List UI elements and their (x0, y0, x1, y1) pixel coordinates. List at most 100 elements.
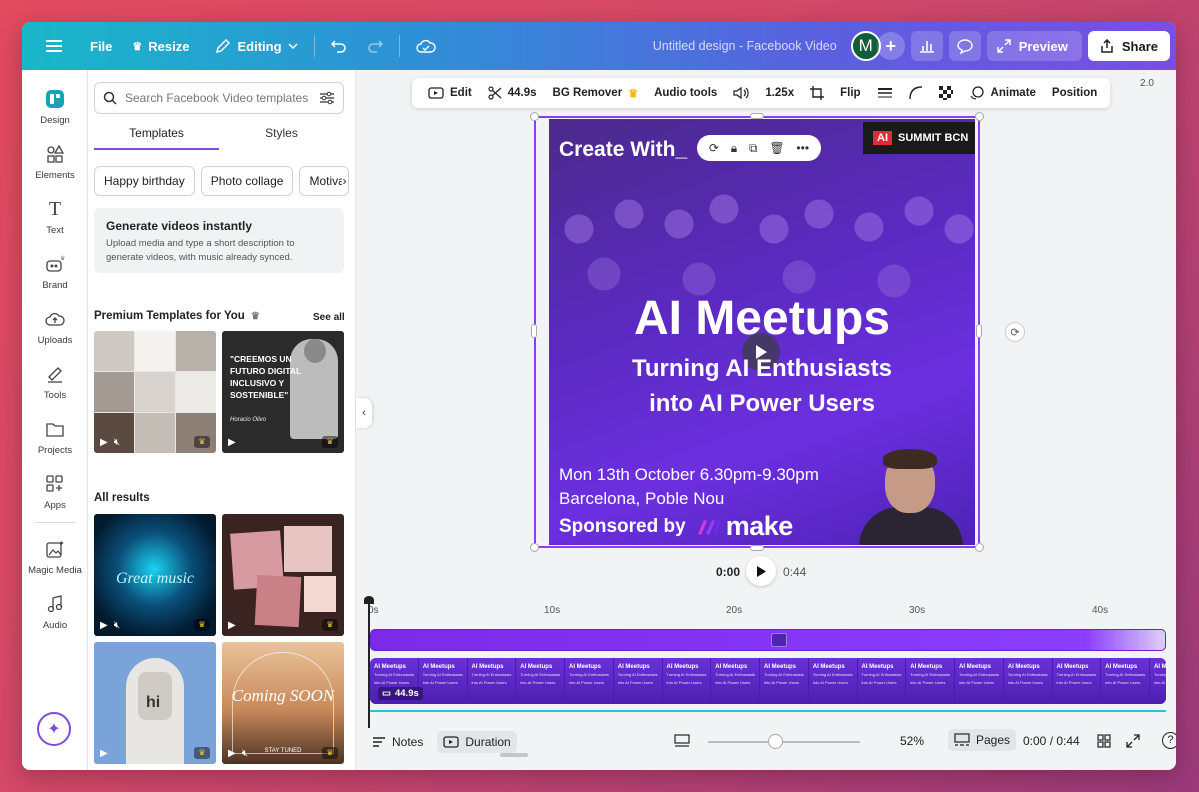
undo-button[interactable] (321, 33, 357, 59)
duration-button[interactable]: Duration (437, 731, 517, 753)
timeline-ruler[interactable]: 0s 10s 20s 30s 40s (368, 597, 1176, 621)
transparency-button[interactable] (931, 86, 961, 100)
magic-assistant-button[interactable]: ✦ (37, 712, 71, 746)
edit-video-button[interactable]: Edit (420, 87, 480, 99)
editing-mode-dropdown[interactable]: Editing (205, 32, 307, 60)
search-icon (103, 91, 117, 105)
add-page-bar[interactable] (370, 710, 1166, 712)
rail-item-uploads[interactable]: Uploads (22, 306, 88, 346)
rail-item-elements[interactable]: Elements (22, 141, 88, 181)
audio-track[interactable] (370, 629, 1166, 651)
trim-button[interactable]: 44.9s (480, 86, 545, 100)
rail-item-apps[interactable]: Apps (22, 471, 88, 511)
svg-text:♛: ♛ (60, 255, 65, 262)
pages-button[interactable]: Pages (948, 729, 1017, 751)
comments-button[interactable] (948, 31, 981, 61)
tab-templates[interactable]: Templates (94, 124, 219, 150)
left-rail: Design Elements T Text ♛ Brand Uploads T… (22, 70, 88, 770)
redo-button[interactable] (357, 33, 393, 59)
generate-videos-card[interactable]: Generate videos instantly Upload media a… (94, 208, 344, 273)
resize-handle[interactable] (531, 324, 537, 338)
video-frame-thumbnail: AI Meetups Turning AI Enthusiasts into AI… (857, 658, 907, 704)
audio-tools-button[interactable]: Audio tools (646, 87, 725, 99)
resize-handle[interactable] (975, 112, 984, 121)
menu-button[interactable] (36, 33, 72, 59)
design-title[interactable]: Untitled design - Facebook Video (653, 39, 837, 53)
template-thumb-quote[interactable]: "CREEMOS UN FUTURO DIGITAL INCLUSIVO Y S… (222, 331, 344, 453)
resize-handle[interactable] (750, 545, 764, 551)
insights-button[interactable] (910, 31, 943, 61)
border-style-button[interactable] (869, 87, 901, 99)
file-menu[interactable]: File (80, 33, 122, 60)
template-thumb-coming-soon[interactable]: Coming SOON STAY TUNED ▶ 🔇︎ ♛ (222, 642, 344, 764)
rail-item-text[interactable]: T Text (22, 196, 88, 237)
template-thumb-great-music[interactable]: Great music ▶ 🔇︎ ♛ (94, 514, 216, 636)
corner-rounding-button[interactable] (901, 86, 931, 100)
see-all-link[interactable]: See all (313, 312, 345, 323)
playback-speed-button[interactable]: 1.25x (757, 87, 802, 99)
chip-photo-collage[interactable]: Photo collage (200, 166, 294, 196)
template-thumb-photo-grid[interactable]: ▶ 🔇︎ ♛ (94, 331, 216, 453)
position-button[interactable]: Position (1044, 87, 1105, 99)
video-icon (428, 87, 444, 99)
search-input[interactable]: Search Facebook Video templates (94, 82, 344, 114)
share-button[interactable]: Share (1087, 31, 1170, 61)
rail-item-projects[interactable]: Projects (22, 416, 88, 456)
chip-happy-birthday[interactable]: Happy birthday (94, 166, 195, 196)
rail-item-tools[interactable]: Tools (22, 361, 88, 401)
animate-button[interactable]: Animate (961, 86, 1044, 100)
zoom-slider-knob[interactable] (768, 734, 783, 749)
chevron-right-icon[interactable]: › (342, 174, 347, 188)
rail-item-audio[interactable]: Audio (22, 591, 88, 631)
playhead[interactable] (368, 598, 370, 728)
resize-button[interactable]: ♛ Resize (122, 33, 199, 60)
collapse-panel-button[interactable]: ‹ (356, 398, 372, 428)
page-view-button[interactable] (668, 730, 696, 752)
rail-item-brand[interactable]: ♛ Brand (22, 251, 88, 291)
audio-clip-thumbnail[interactable] (771, 633, 787, 647)
help-button[interactable]: ? (1162, 732, 1176, 749)
mute-icon[interactable]: 🔇︎ (114, 620, 120, 631)
add-collaborator-button[interactable]: + (876, 32, 905, 60)
rotate-icon[interactable]: ⟳ (1005, 322, 1025, 342)
resize-handle[interactable] (750, 113, 764, 119)
play-icon[interactable]: ▶ (100, 620, 108, 631)
fullscreen-button[interactable] (1126, 734, 1140, 748)
tab-styles[interactable]: Styles (219, 124, 344, 150)
filter-icon[interactable] (319, 91, 335, 105)
version-badge: 2.0 (1140, 78, 1154, 89)
crop-button[interactable] (802, 86, 832, 100)
resize-handle[interactable] (530, 112, 539, 121)
flip-button[interactable]: Flip (832, 87, 868, 99)
resize-handle[interactable] (976, 324, 982, 338)
preview-button[interactable]: Preview (986, 31, 1082, 61)
design-icon (42, 86, 68, 112)
bg-remover-button[interactable]: BG Remover ♛ (545, 87, 647, 100)
video-icon (443, 736, 460, 748)
play-icon[interactable]: ▶ (100, 748, 108, 759)
cloud-save-status[interactable] (406, 33, 446, 59)
search-placeholder: Search Facebook Video templates (125, 91, 309, 105)
mute-icon[interactable]: 🔇︎ (114, 437, 120, 448)
play-icon[interactable]: ▶ (228, 620, 236, 631)
play-icon[interactable]: ▶ (228, 437, 236, 448)
play-icon[interactable]: ▶ (100, 437, 108, 448)
template-thumb-collage[interactable]: ▶ ♛ (222, 514, 344, 636)
rail-item-magic-media[interactable]: ✦ Magic Media (22, 536, 88, 576)
grid-view-button[interactable] (1097, 734, 1111, 748)
video-track[interactable]: AI Meetups Turning AI Enthusiasts into AI… (370, 658, 1166, 704)
volume-button[interactable] (725, 86, 757, 100)
play-icon[interactable]: ▶ (228, 748, 236, 759)
scroll-indicator[interactable] (500, 753, 528, 757)
resize-handle[interactable] (530, 543, 539, 552)
zoom-percent[interactable]: 52% (900, 734, 924, 748)
zoom-slider[interactable] (708, 734, 860, 749)
notes-button[interactable]: Notes (366, 731, 429, 753)
mute-icon[interactable]: 🔇︎ (242, 748, 248, 759)
frame-title: AI Meetups (764, 664, 797, 670)
play-button[interactable] (746, 556, 776, 586)
template-thumb-hand[interactable]: hi ▶ ♛ (94, 642, 216, 764)
rail-item-design[interactable]: Design (22, 86, 88, 126)
resize-handle[interactable] (975, 543, 984, 552)
chip-motivation[interactable]: Motiva › (299, 166, 350, 196)
